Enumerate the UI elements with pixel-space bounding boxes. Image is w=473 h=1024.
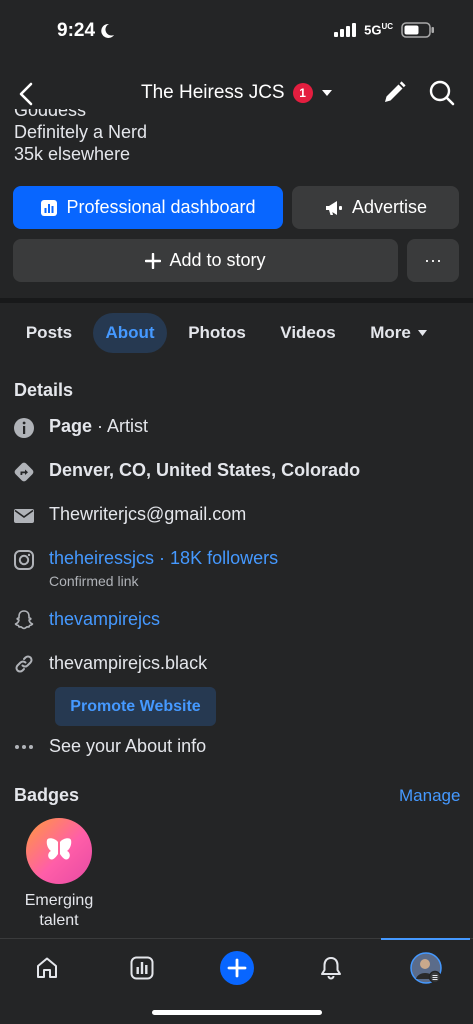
create-tab[interactable] [220,951,254,985]
signal-icon [334,23,357,37]
page-switcher[interactable]: The Heiress JCS 1 [141,82,333,104]
notifications-tab[interactable] [316,953,346,983]
advertise-button[interactable]: Advertise [292,186,459,229]
avatar [410,952,442,984]
emerging-talent-badge[interactable] [26,818,92,884]
tab-more-label: More [370,323,411,342]
moon-icon [101,23,115,38]
bio: Goddess Definitely a Nerd 35k elsewhere [14,109,454,165]
badge-label: Emerging talent [24,892,94,929]
battery-icon [401,22,434,38]
butterfly-icon [46,838,72,860]
profile-tabs: Posts About Photos Videos More [0,313,473,353]
info-icon [14,418,34,438]
megaphone-icon [325,200,342,215]
email-text: Thewriterjcs@gmail.com [49,504,247,524]
active-tab-indicator [381,938,470,940]
website-text[interactable]: thevampirejcs.black [49,653,207,674]
bell-icon [321,957,341,980]
add-to-story-button[interactable]: Add to story [13,239,398,282]
snapchat-icon [14,610,34,630]
section-divider [0,298,473,303]
instagram-icon [14,550,34,570]
advertise-label: Advertise [351,197,428,217]
bio-line: Definitely a Nerd [14,122,148,142]
page-title: The Heiress JCS [141,82,285,103]
plus-icon [145,252,162,269]
tab-posts[interactable]: Posts [13,313,85,353]
add-to-story-label: Add to story [169,250,266,270]
tab-more[interactable]: More [358,313,440,353]
bio-clipped-line: Goddess [14,109,87,120]
status-time: 9:24 [57,20,115,42]
category-text: Page · Artist [49,416,149,436]
home-tab[interactable] [32,953,62,983]
tab-photos[interactable]: Photos [177,313,257,353]
notification-badge: 1 [292,83,313,103]
link-icon [15,655,33,673]
insights-icon [130,956,154,980]
chevron-down-icon [417,330,427,336]
professional-dashboard-button[interactable]: Professional dashboard [13,186,283,229]
manage-badges-link[interactable]: Manage [399,786,460,806]
more-dots-icon [15,745,33,749]
status-bar: 9:24 5GUC [0,0,473,62]
search-icon[interactable] [428,79,456,107]
pencil-icon[interactable] [381,80,407,106]
home-icon [37,957,57,978]
confirmed-link-label: Confirmed link [49,573,139,589]
time-text: 9:24 [57,20,96,41]
more-options-label: ··· [424,250,442,270]
location-text: Denver, CO, United States, Colorado [49,460,361,480]
promote-website-button[interactable]: Promote Website [55,687,216,726]
more-options-button[interactable]: ··· [407,239,459,282]
back-arrow-icon[interactable] [14,80,40,108]
bottom-nav [0,938,473,1024]
see-about-text: See your About info [49,736,207,756]
network-label: 5GUC [364,22,393,38]
directions-icon [14,462,34,482]
dashboard-tab[interactable] [127,953,157,983]
snapchat-link[interactable]: thevampirejcs [49,609,160,630]
badges-heading: Badges [14,785,80,805]
profile-tab[interactable] [410,952,442,984]
home-indicator [152,1010,322,1015]
tab-about[interactable]: About [93,313,167,353]
envelope-icon [14,509,34,523]
status-icons: 5GUC [334,22,435,38]
tab-videos[interactable]: Videos [270,313,346,353]
instagram-link[interactable]: theheiressjcs · 18K followers [49,548,278,569]
dashboard-icon [41,199,58,216]
create-plus-icon [220,951,254,985]
bio-line: 35k elsewhere [14,144,131,164]
details-heading: Details [14,380,74,400]
dashboard-label: Professional dashboard [66,197,256,217]
chevron-down-icon [321,90,332,96]
